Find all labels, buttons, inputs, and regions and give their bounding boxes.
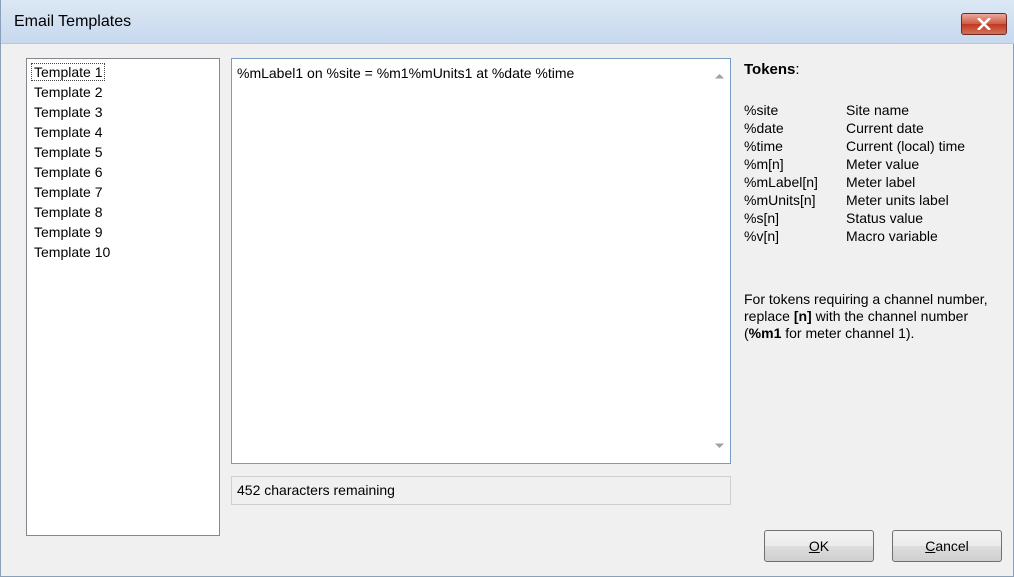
- template-text-input[interactable]: %mLabel1 on %site = %m1%mUnits1 at %date…: [237, 65, 705, 81]
- token-name: %m[n]: [744, 156, 784, 172]
- template-list-item[interactable]: Template 3: [27, 102, 219, 122]
- editor-scrollbar[interactable]: [708, 59, 730, 463]
- scroll-down-arrow-icon: [714, 443, 724, 448]
- template-list-item-label: Template 2: [34, 84, 103, 100]
- close-button[interactable]: [961, 13, 1007, 35]
- template-list-item-label: Template 9: [34, 224, 103, 240]
- tokens-heading: Tokens:: [744, 61, 800, 78]
- template-list-item-label: Template 7: [34, 184, 103, 200]
- tokens-help-text: For tokens requiring a channel number, r…: [744, 291, 994, 342]
- cancel-button[interactable]: Cancel: [892, 530, 1002, 562]
- token-name: %mLabel[n]: [744, 174, 818, 190]
- ok-button[interactable]: OK: [764, 530, 874, 562]
- template-list-item[interactable]: Template 5: [27, 142, 219, 162]
- ok-mnemonic: O: [808, 538, 820, 554]
- template-list-item-label: Template 4: [34, 124, 103, 140]
- scroll-down-button[interactable]: [708, 436, 730, 456]
- close-icon: [977, 18, 991, 30]
- token-name: %site: [744, 102, 779, 118]
- token-name: %mUnits[n]: [744, 192, 816, 208]
- template-list-item[interactable]: Template 9: [27, 222, 219, 242]
- template-list-item-label: Template 3: [34, 104, 103, 120]
- help-text-bold: [n]: [793, 308, 812, 324]
- token-description: Current (local) time: [846, 138, 966, 154]
- token-description: Meter value: [846, 156, 920, 172]
- template-list-item-label: Template 8: [34, 204, 103, 220]
- template-list-item-label: Template 10: [34, 244, 111, 260]
- token-description: Status value: [846, 210, 924, 226]
- token-name: %v[n]: [744, 228, 780, 244]
- email-templates-dialog: Email Templates Template 1 Template 2 Temp…: [0, 0, 1014, 577]
- title-bar[interactable]: Email Templates: [1, 0, 1014, 44]
- scroll-up-arrow-icon: [714, 74, 724, 79]
- template-list-item[interactable]: Template 6: [27, 162, 219, 182]
- ok-label-rest: K: [819, 538, 830, 554]
- characters-remaining-field: 452 characters remaining: [231, 476, 731, 505]
- template-list-item[interactable]: Template 10: [27, 242, 219, 262]
- help-text-part: for meter channel 1).: [781, 325, 915, 341]
- scroll-up-button[interactable]: [708, 66, 730, 86]
- tokens-heading-label: Tokens: [744, 61, 796, 78]
- template-list-item[interactable]: Template 4: [27, 122, 219, 142]
- token-name: %time: [744, 138, 783, 154]
- cancel-label-rest: ancel: [935, 538, 969, 554]
- cancel-mnemonic: C: [925, 538, 936, 554]
- template-list-item[interactable]: Template 2: [27, 82, 219, 102]
- template-list-item-label: Template 5: [34, 144, 103, 160]
- template-editor[interactable]: %mLabel1 on %site = %m1%mUnits1 at %date…: [231, 58, 731, 464]
- token-description: Meter units label: [846, 192, 949, 208]
- token-description: Meter label: [846, 174, 916, 190]
- token-description: Macro variable: [846, 228, 938, 244]
- token-name: %date: [744, 120, 784, 136]
- window-title: Email Templates: [14, 13, 132, 30]
- template-list-item-label: Template 1: [30, 63, 106, 81]
- template-list[interactable]: Template 1 Template 2 Template 3 Template 4…: [26, 58, 220, 536]
- template-list-item[interactable]: Template 7: [27, 182, 219, 202]
- template-list-item-label: Template 6: [34, 164, 103, 180]
- token-description: Current date: [846, 120, 924, 136]
- tokens-heading-colon: :: [795, 61, 800, 78]
- template-list-item[interactable]: Template 8: [27, 202, 219, 222]
- help-text-bold: %m1: [748, 325, 782, 341]
- token-name: %s[n]: [744, 210, 780, 226]
- template-list-item[interactable]: Template 1: [27, 62, 219, 82]
- token-description: Site name: [846, 102, 910, 118]
